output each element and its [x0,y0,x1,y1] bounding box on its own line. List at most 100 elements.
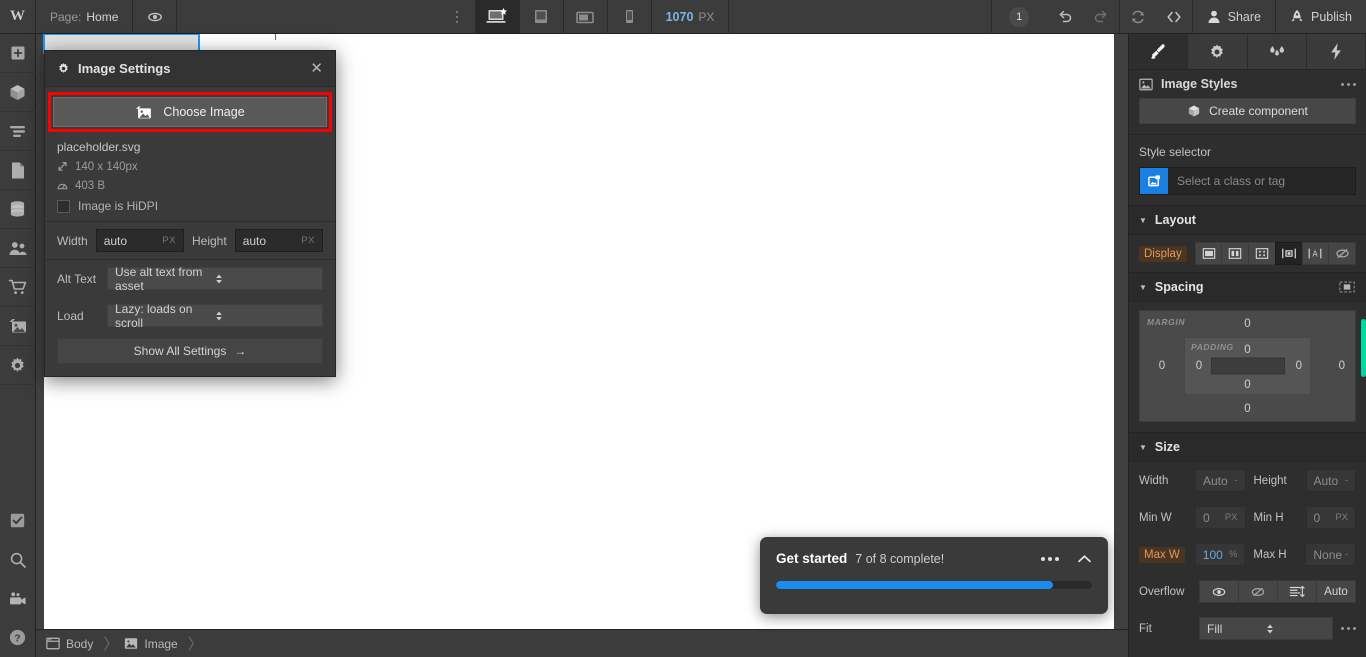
overflow-scroll-option[interactable] [1277,580,1316,603]
display-inline-block-option[interactable] [1274,242,1302,265]
size-minw-input[interactable]: 0 PX [1195,506,1246,529]
alt-text-select[interactable]: Use alt text from asset [107,265,323,293]
size-width-input[interactable]: Auto - [1195,469,1246,492]
size-minh-input[interactable]: 0 PX [1305,506,1356,529]
sidebar-item-audit[interactable] [0,501,36,540]
sidebar-item-pages[interactable] [0,151,36,190]
fit-select[interactable]: Fill [1199,617,1333,640]
padding-bottom-value[interactable]: 0 [1244,379,1250,391]
display-inline-block-icon [1281,247,1297,260]
right-panel-tabs [1129,34,1366,70]
right-panel-scrollbar[interactable] [1361,319,1366,377]
sidebar-item-navigator[interactable] [0,112,36,151]
image-styles-menu-button[interactable] [1341,82,1356,86]
show-all-settings-button[interactable]: Show All Settings → [57,338,323,364]
breakpoint-mobile[interactable] [606,0,651,33]
margin-top-value[interactable]: 0 [1244,318,1250,330]
element-image-icon [1140,168,1168,194]
overflow-hidden-option[interactable] [1238,580,1277,603]
undo-button[interactable] [1047,0,1083,33]
tablet-landscape-icon [574,8,596,26]
sidebar-item-add-elements[interactable] [0,34,36,73]
hidpi-row[interactable]: Image is HiDPI [57,199,323,213]
cart-icon [8,278,28,296]
size-width-unit: - [1234,475,1238,486]
sidebar-item-search[interactable] [0,540,36,579]
breakpoint-desktop[interactable] [474,0,519,33]
sidebar-item-cms[interactable] [0,190,36,229]
image-size-row: Width auto PX Height auto PX [45,222,335,259]
overflow-label: Overflow [1139,585,1185,598]
size-maxh-input[interactable]: None - [1305,543,1356,566]
padding-left-value[interactable]: 0 [1196,360,1202,372]
load-select[interactable]: Lazy: loads on scroll [107,302,323,330]
tab-settings[interactable] [1188,34,1248,69]
sidebar-item-users[interactable] [0,229,36,268]
refresh-button[interactable] [1120,0,1156,33]
sidebar-item-assets[interactable] [0,307,36,346]
padding-right-value[interactable]: 0 [1296,360,1302,372]
tab-effects[interactable] [1306,34,1366,69]
margin-left-value[interactable]: 0 [1159,360,1165,372]
breadcrumb-item-image[interactable]: Image [124,637,181,651]
size-height-input[interactable]: Auto - [1305,469,1356,492]
overflow-auto-option[interactable]: Auto [1316,580,1356,603]
layout-section-header[interactable]: ▼ Layout [1129,205,1366,235]
code-button[interactable] [1156,0,1192,33]
viewport-width-display[interactable]: 1070 PX [650,0,730,33]
display-none-option[interactable] [1328,242,1357,265]
page-selector[interactable]: Page: Home [36,0,134,33]
get-started-header: Get started 7 of 8 complete! [776,551,1092,566]
overflow-visible-option[interactable] [1199,580,1238,603]
publish-button[interactable]: Publish [1275,0,1366,33]
image-settings-header: Image Settings ✕ [45,51,335,87]
sidebar-item-components[interactable] [0,73,36,112]
tab-style[interactable] [1129,34,1189,69]
display-block-option[interactable] [1194,242,1222,265]
breakpoint-tablet[interactable] [518,0,563,33]
size-maxw-input[interactable]: 100 % [1194,543,1246,566]
create-component-button[interactable]: Create component [1139,98,1356,124]
size-minw-value: 0 [1203,510,1210,525]
choose-image-button[interactable]: Choose Image [53,97,327,127]
display-inline-option[interactable]: A [1301,242,1329,265]
sidebar-item-video-tutorials[interactable] [0,579,36,618]
share-button[interactable]: Share [1191,0,1275,33]
preview-toggle[interactable] [133,0,178,33]
get-started-progressbar [776,581,1092,589]
redo-button[interactable] [1083,0,1119,33]
breakpoint-tablet-landscape[interactable] [562,0,607,33]
breadcrumb-item-body[interactable]: Body [46,637,97,651]
changes-badge-wrap[interactable]: 1 [990,0,1047,33]
get-started-panel[interactable]: Get started 7 of 8 complete! [760,537,1108,614]
more-horizontal-icon-dot [1055,556,1059,561]
hidpi-checkbox[interactable] [57,199,70,213]
size-section-header[interactable]: ▼ Size [1129,432,1366,462]
padding-top-value[interactable]: 0 [1244,344,1250,356]
image-height-input[interactable]: auto PX [234,229,323,252]
breadcrumb-bar: Body 〉 Image 〉 [36,629,1128,657]
webflow-logo[interactable]: W [0,0,36,33]
image-width-value: auto [103,233,128,248]
spacing-center-handle[interactable] [1210,357,1285,375]
spacing-section-header[interactable]: ▼ Spacing [1129,272,1366,302]
get-started-menu-button[interactable] [1035,556,1065,561]
tab-interactions[interactable] [1247,34,1307,69]
display-flex-option[interactable] [1221,242,1249,265]
style-selector-input[interactable]: Select a class or tag [1139,167,1356,195]
chevron-up-icon[interactable] [1073,554,1092,564]
margin-bottom-value[interactable]: 0 [1244,403,1250,415]
image-width-input[interactable]: auto PX [95,229,184,252]
canvas-options-menu[interactable] [439,0,475,33]
sidebar-item-help[interactable]: ? [0,618,36,657]
close-icon[interactable]: ✕ [310,61,323,76]
sidebar-item-settings[interactable] [0,346,36,385]
margin-right-value[interactable]: 0 [1339,360,1345,372]
spacing-mode-icon[interactable] [1338,280,1356,294]
image-metadata: placeholder.svg 140 x 140px 403 B Image … [45,136,335,221]
display-grid-option[interactable] [1248,242,1275,265]
size-maxh-label: Max H [1253,548,1287,561]
question-circle-icon: ? [8,628,27,647]
fit-menu-button[interactable] [1341,627,1356,630]
sidebar-item-ecommerce[interactable] [0,268,36,307]
